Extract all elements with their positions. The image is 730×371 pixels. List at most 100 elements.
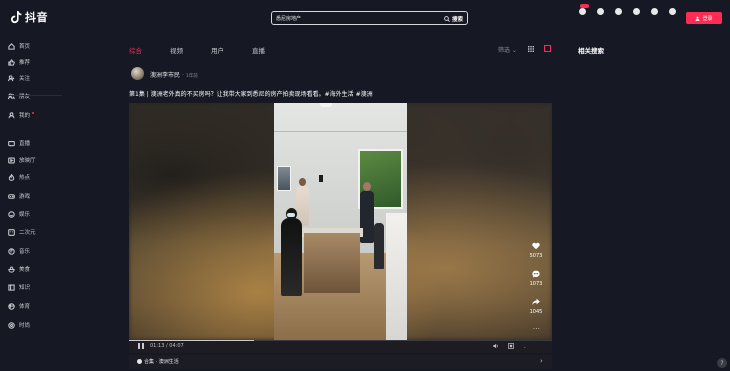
search-icon	[444, 15, 450, 22]
sidebar-item-label: 推荐	[19, 60, 31, 66]
share-count: 1045	[529, 309, 543, 315]
fullscreen-icon[interactable]	[508, 343, 514, 349]
scene-counter	[304, 233, 360, 293]
top-nav-wallet[interactable]	[573, 8, 591, 17]
user-icon	[8, 111, 15, 118]
more-button[interactable]: ···	[533, 326, 540, 333]
video-frame	[274, 103, 407, 340]
login-label: 登录	[702, 15, 713, 22]
sidebar-item-14[interactable]: 体育	[8, 301, 30, 311]
logo[interactable]: 抖音	[10, 9, 48, 25]
comment-count: 1073	[529, 281, 543, 287]
user-icon	[695, 16, 700, 21]
bell-icon	[632, 8, 640, 15]
heart-icon	[532, 242, 540, 250]
tab-users[interactable]: 用户	[211, 45, 252, 55]
wallet-icon	[578, 8, 586, 15]
sidebar-item-label: 放映厅	[19, 158, 36, 164]
sidebar-item-4[interactable]: 我的	[8, 110, 35, 120]
progress-fill	[129, 340, 255, 341]
comment-button[interactable]: 1073	[529, 270, 543, 298]
volume-icon[interactable]	[493, 343, 499, 349]
sidebar-item-9[interactable]: 娱乐	[8, 209, 30, 219]
avatar[interactable]	[131, 67, 144, 80]
scene-mask	[287, 213, 295, 217]
post-time: 1年前	[185, 74, 198, 79]
like-button[interactable]: 5073	[530, 242, 542, 270]
sidebar-item-0[interactable]: 首页	[8, 41, 30, 51]
chevron-right-icon[interactable]: ›	[540, 357, 543, 365]
sidebar-item-10[interactable]: 二次元	[8, 227, 36, 237]
sidebar-item-label: 娱乐	[19, 212, 31, 218]
grid-view-icon[interactable]	[528, 46, 534, 52]
top-nav-upload[interactable]	[663, 8, 681, 17]
action-column: 5073 1073 1045	[526, 242, 546, 326]
video-player[interactable]	[129, 103, 552, 340]
new-badge	[580, 4, 589, 8]
tab-live[interactable]: 直播	[252, 45, 293, 55]
author-row: 澳洲李市民 · 1年前	[150, 70, 198, 79]
related-title: 相关搜索	[578, 47, 604, 55]
sidebar-item-label: 体育	[19, 304, 31, 310]
sidebar-item-3[interactable]: 朋友	[8, 91, 30, 101]
smile-icon	[8, 210, 15, 218]
scene-ceiling-line	[274, 131, 407, 132]
scene-person	[374, 223, 384, 269]
collection-icon	[137, 359, 142, 364]
sidebar-item-7[interactable]: 热点	[8, 172, 30, 182]
list-view-icon[interactable]	[544, 45, 551, 52]
share-button[interactable]: 1045	[529, 298, 543, 326]
fire-icon	[8, 173, 15, 181]
sidebar-item-label: 直播	[19, 141, 31, 147]
sidebar-item-12[interactable]: 美食	[8, 264, 30, 274]
help-button[interactable]: ?	[717, 358, 727, 368]
top-nav-monitor[interactable]	[591, 8, 609, 17]
sidebar-item-5[interactable]: 直播	[8, 138, 30, 148]
search-button[interactable]: 搜索	[444, 14, 463, 23]
sidebar-item-label: 首页	[19, 44, 31, 50]
sidebar-item-15[interactable]: 时尚	[8, 320, 30, 330]
book-icon	[8, 284, 15, 291]
scene-camera	[319, 175, 323, 182]
scene-foreground-wall	[386, 213, 407, 340]
top-nav-notify[interactable]	[627, 8, 645, 17]
anime-icon	[8, 228, 15, 236]
sidebar-item-label: 音乐	[19, 249, 31, 255]
login-button[interactable]: 登录	[686, 12, 722, 24]
search-box: 搜索	[271, 11, 468, 25]
top-nav	[573, 8, 681, 17]
sidebar-item-8[interactable]: 游戏	[8, 191, 30, 201]
sidebar-item-2[interactable]: 关注	[8, 73, 30, 83]
search-input[interactable]	[276, 13, 436, 23]
screen-icon	[8, 157, 15, 163]
progress-bar[interactable]	[129, 340, 552, 341]
collection-bar[interactable]	[129, 355, 552, 369]
sidebar-item-11[interactable]: 音乐	[8, 246, 30, 256]
top-nav-client[interactable]	[609, 8, 627, 17]
home-icon	[8, 42, 15, 50]
sidebar-item-1[interactable]: 推荐	[8, 57, 30, 67]
search-button-label: 搜索	[451, 16, 463, 23]
current-time: 01:13	[150, 343, 165, 349]
author-name[interactable]: 澳洲李市民	[150, 72, 180, 79]
time-readout: 01:13 / 04:07	[150, 343, 184, 349]
collection-info: 合集 · 澳洲生活	[137, 358, 179, 365]
tab-video[interactable]: 视频	[170, 45, 211, 55]
food-icon	[8, 266, 15, 273]
scene-lamp	[320, 103, 332, 107]
filter-button[interactable]: 筛选 ⌄	[498, 45, 517, 54]
monitor-icon	[596, 8, 604, 15]
pause-button[interactable]	[138, 343, 144, 349]
player-controls	[129, 340, 552, 353]
top-nav-message[interactable]	[645, 8, 663, 17]
collection-label: 合集 · 澳洲生活	[144, 359, 179, 365]
message-icon	[650, 8, 658, 15]
sidebar-item-6[interactable]: 放映厅	[8, 155, 36, 165]
tab-all[interactable]: 综合	[129, 45, 170, 55]
sidebar-item-label: 我的	[19, 113, 31, 119]
scene-person-head	[363, 182, 371, 191]
comments-panel-button[interactable]: ⌄	[523, 344, 526, 349]
post-caption[interactable]: 第1集 | 澳洲老外真的不买房吗？让我带大家到悉尼的房产拍卖现场看看。#海外生活…	[129, 89, 373, 98]
sidebar-item-13[interactable]: 知识	[8, 282, 30, 292]
scene-artwork	[277, 166, 291, 191]
